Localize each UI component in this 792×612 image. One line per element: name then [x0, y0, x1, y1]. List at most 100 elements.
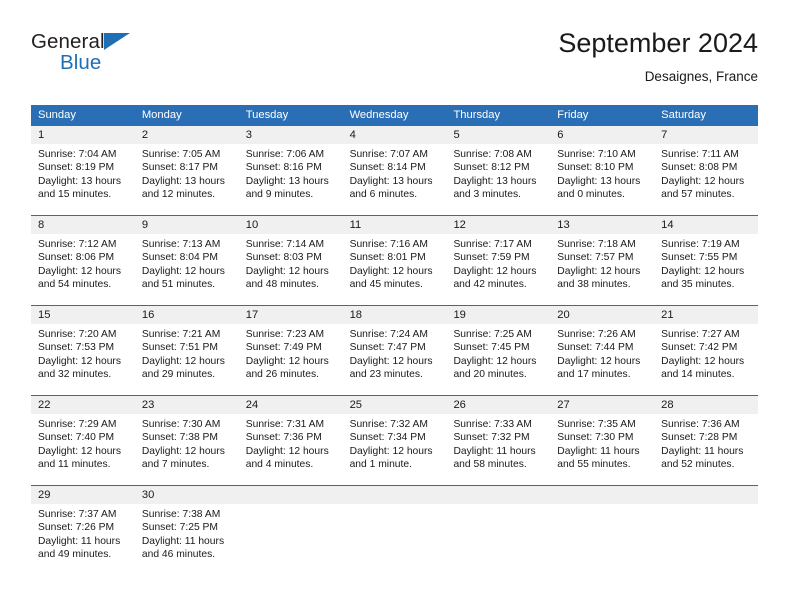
day-cell[interactable]: Sunrise: 7:26 AM Sunset: 7:44 PM Dayligh… — [550, 324, 654, 395]
day-cell[interactable]: Sunrise: 7:16 AM Sunset: 8:01 PM Dayligh… — [343, 234, 447, 305]
calendar-grid: Sunday Monday Tuesday Wednesday Thursday… — [31, 105, 758, 577]
day-number[interactable]: 17 — [239, 306, 343, 324]
day-number[interactable]: 16 — [135, 306, 239, 324]
day-number[interactable]: 9 — [135, 216, 239, 234]
sunrise-text: Sunrise: 7:05 AM — [141, 149, 221, 160]
daylight-text: Daylight: 12 hours — [661, 265, 745, 277]
day-number[interactable]: 27 — [550, 396, 654, 414]
day-cell[interactable]: Sunrise: 7:14 AM Sunset: 8:03 PM Dayligh… — [239, 234, 343, 305]
day-number-empty — [239, 486, 343, 504]
day-cell[interactable]: Sunrise: 7:11 AM Sunset: 8:08 PM Dayligh… — [654, 144, 758, 215]
sunrise-text: Sunrise: 7:12 AM — [38, 239, 117, 250]
sunset-text: Sunset: 7:30 PM — [557, 432, 634, 444]
day-number[interactable]: 12 — [446, 216, 550, 234]
day-number[interactable]: 24 — [239, 396, 343, 414]
day-number[interactable]: 22 — [31, 396, 135, 414]
day-number[interactable]: 11 — [343, 216, 447, 234]
day-number[interactable]: 20 — [550, 306, 654, 324]
page-title: September 2024 — [558, 28, 758, 58]
day-cell[interactable]: Sunrise: 7:12 AM Sunset: 8:06 PM Dayligh… — [31, 234, 135, 305]
day-cell[interactable]: Sunrise: 7:10 AM Sunset: 8:10 PM Dayligh… — [550, 144, 654, 215]
day-number[interactable]: 3 — [239, 126, 343, 144]
day-cell[interactable]: Sunrise: 7:25 AM Sunset: 7:45 PM Dayligh… — [446, 324, 550, 395]
day-cell-empty — [654, 504, 758, 577]
day-cell[interactable]: Sunrise: 7:18 AM Sunset: 7:57 PM Dayligh… — [550, 234, 654, 305]
day-cell[interactable]: Sunrise: 7:38 AM Sunset: 7:25 PM Dayligh… — [135, 504, 239, 577]
day-cell[interactable]: Sunrise: 7:23 AM Sunset: 7:49 PM Dayligh… — [239, 324, 343, 395]
day-number[interactable]: 21 — [654, 306, 758, 324]
day-number[interactable]: 15 — [31, 306, 135, 324]
day-number[interactable]: 8 — [31, 216, 135, 234]
sunrise-text: Sunrise: 7:18 AM — [557, 239, 636, 250]
day-number[interactable]: 30 — [135, 486, 239, 504]
day-cell[interactable]: Sunrise: 7:13 AM Sunset: 8:04 PM Dayligh… — [135, 234, 239, 305]
sunrise-text: Sunrise: 7:14 AM — [245, 239, 325, 250]
day-cell[interactable]: Sunrise: 7:19 AM Sunset: 7:55 PM Dayligh… — [654, 234, 758, 305]
daylight-text-cont: and 45 minutes. — [349, 278, 423, 290]
day-cell[interactable]: Sunrise: 7:37 AM Sunset: 7:26 PM Dayligh… — [31, 504, 135, 577]
daylight-text-cont: and 52 minutes. — [661, 458, 735, 470]
day-number-empty — [654, 486, 758, 504]
sunset-text: Sunset: 8:01 PM — [349, 252, 426, 264]
day-number[interactable]: 5 — [446, 126, 550, 144]
day-number[interactable]: 25 — [343, 396, 447, 414]
sunset-text: Sunset: 7:51 PM — [141, 342, 218, 354]
day-cell[interactable]: Sunrise: 7:07 AM Sunset: 8:14 PM Dayligh… — [343, 144, 447, 215]
day-number[interactable]: 23 — [135, 396, 239, 414]
sunrise-text: Sunrise: 7:20 AM — [38, 329, 117, 340]
day-number[interactable]: 10 — [239, 216, 343, 234]
day-cell[interactable]: Sunrise: 7:04 AM Sunset: 8:19 PM Dayligh… — [31, 144, 135, 215]
day-cell[interactable]: Sunrise: 7:17 AM Sunset: 7:59 PM Dayligh… — [446, 234, 550, 305]
day-number[interactable]: 29 — [31, 486, 135, 504]
day-number[interactable]: 7 — [654, 126, 758, 144]
sunset-text: Sunset: 7:38 PM — [141, 432, 218, 444]
sunset-text: Sunset: 7:45 PM — [453, 342, 530, 354]
day-cell[interactable]: Sunrise: 7:31 AM Sunset: 7:36 PM Dayligh… — [239, 414, 343, 485]
day-cell[interactable]: Sunrise: 7:20 AM Sunset: 7:53 PM Dayligh… — [31, 324, 135, 395]
daylight-text-cont: and 54 minutes. — [38, 278, 112, 290]
day-number[interactable]: 28 — [654, 396, 758, 414]
day-cell[interactable]: Sunrise: 7:06 AM Sunset: 8:16 PM Dayligh… — [239, 144, 343, 215]
daylight-text-cont: and 9 minutes. — [245, 188, 314, 200]
day-cell[interactable]: Sunrise: 7:29 AM Sunset: 7:40 PM Dayligh… — [31, 414, 135, 485]
day-number[interactable]: 13 — [550, 216, 654, 234]
week-detail-band: Sunrise: 7:29 AM Sunset: 7:40 PM Dayligh… — [31, 414, 758, 485]
day-number[interactable]: 26 — [446, 396, 550, 414]
daylight-text: Daylight: 12 hours — [141, 445, 225, 457]
daylight-text-cont: and 12 minutes. — [141, 188, 216, 200]
day-cell[interactable]: Sunrise: 7:35 AM Sunset: 7:30 PM Dayligh… — [550, 414, 654, 485]
day-cell[interactable]: Sunrise: 7:27 AM Sunset: 7:42 PM Dayligh… — [654, 324, 758, 395]
sunset-text: Sunset: 8:19 PM — [38, 162, 115, 174]
day-number[interactable]: 18 — [343, 306, 447, 324]
week-detail-band: Sunrise: 7:12 AM Sunset: 8:06 PM Dayligh… — [31, 234, 758, 305]
weekday-header-tuesday: Tuesday — [245, 109, 289, 121]
day-number[interactable]: 2 — [135, 126, 239, 144]
daylight-text-cont: and 11 minutes. — [38, 458, 111, 470]
daylight-text-cont: and 26 minutes. — [245, 368, 319, 380]
daylight-text-cont: and 57 minutes. — [661, 188, 735, 200]
daylight-text-cont: and 58 minutes. — [453, 458, 527, 470]
day-number[interactable]: 4 — [343, 126, 447, 144]
day-cell[interactable]: Sunrise: 7:21 AM Sunset: 7:51 PM Dayligh… — [135, 324, 239, 395]
sunrise-text: Sunrise: 7:17 AM — [453, 239, 532, 250]
daylight-text: Daylight: 11 hours — [141, 535, 225, 547]
day-cell[interactable]: Sunrise: 7:36 AM Sunset: 7:28 PM Dayligh… — [654, 414, 758, 485]
daylight-text-cont: and 0 minutes. — [557, 188, 625, 200]
weekday-header-monday: Monday — [141, 109, 182, 121]
day-cell[interactable]: Sunrise: 7:08 AM Sunset: 8:12 PM Dayligh… — [446, 144, 550, 215]
day-cell[interactable]: Sunrise: 7:30 AM Sunset: 7:38 PM Dayligh… — [135, 414, 239, 485]
day-cell[interactable]: Sunrise: 7:05 AM Sunset: 8:17 PM Dayligh… — [135, 144, 239, 215]
day-number[interactable]: 6 — [550, 126, 654, 144]
sunrise-text: Sunrise: 7:36 AM — [661, 419, 740, 430]
day-cell[interactable]: Sunrise: 7:24 AM Sunset: 7:47 PM Dayligh… — [343, 324, 447, 395]
day-cell[interactable]: Sunrise: 7:32 AM Sunset: 7:34 PM Dayligh… — [343, 414, 447, 485]
day-number[interactable]: 19 — [446, 306, 550, 324]
day-number[interactable]: 14 — [654, 216, 758, 234]
daylight-text-cont: and 42 minutes. — [453, 278, 527, 290]
sunrise-text: Sunrise: 7:35 AM — [557, 419, 636, 430]
daylight-text: Daylight: 12 hours — [661, 355, 745, 367]
sunrise-text: Sunrise: 7:32 AM — [349, 419, 428, 430]
day-cell[interactable]: Sunrise: 7:33 AM Sunset: 7:32 PM Dayligh… — [446, 414, 550, 485]
daylight-text: Daylight: 12 hours — [349, 355, 433, 367]
day-number[interactable]: 1 — [31, 126, 135, 144]
